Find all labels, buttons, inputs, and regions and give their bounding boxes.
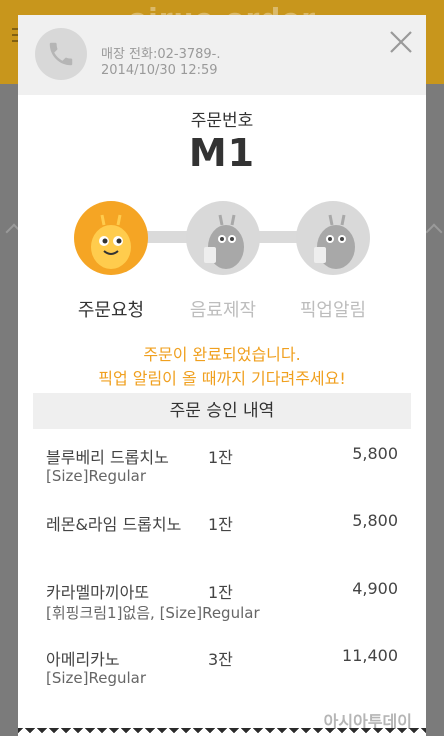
item-quantity: 1잔 — [208, 583, 233, 602]
dialog-top-bar: 매장 전화:02-3789-. 2014/10/30 12:59 — [18, 15, 426, 95]
item-price: 5,800 — [352, 511, 398, 530]
order-number-label: 주문번호 — [190, 111, 254, 131]
item-name: 레몬&라임 드롭치노 — [46, 515, 182, 534]
step-label-order-request: 주문요청 — [77, 300, 145, 321]
receipt-torn-edge — [18, 728, 426, 736]
chevron-up-icon — [425, 223, 443, 241]
approved-items-header: 주문 승인 내역 — [33, 393, 411, 429]
item-price: 11,400 — [342, 646, 398, 665]
step-label-pickup-alert: 픽업알림 — [299, 300, 367, 321]
item-name: 카라멜마끼아또 — [46, 583, 150, 602]
item-quantity: 1잔 — [208, 515, 233, 534]
store-phone-number: 매장 전화:02-3789-. — [101, 47, 221, 62]
item-name: 아메리카노 — [46, 650, 120, 669]
item-quantity: 1잔 — [208, 448, 233, 467]
item-option: [휘핑크림1]없음, [Size]Regular — [46, 604, 260, 622]
step-pickup-alert-icon — [296, 201, 370, 275]
status-message-line1: 주문이 완료되었습니다. — [143, 345, 301, 364]
item-option: [Size]Regular — [46, 669, 147, 687]
order-number: M1 — [188, 131, 256, 175]
step-drink-making-icon — [186, 201, 260, 275]
close-button[interactable] — [386, 27, 416, 57]
item-name: 블루베리 드롭치노 — [46, 448, 169, 467]
item-price: 5,800 — [352, 444, 398, 463]
item-option: [Size]Regular — [46, 467, 147, 485]
item-price: 4,900 — [352, 579, 398, 598]
item-quantity: 3잔 — [208, 650, 233, 669]
status-message-line2: 픽업 알림이 올 때까지 기다려주세요! — [98, 369, 346, 388]
step-order-request-icon — [74, 201, 148, 275]
order-receipt-dialog: 매장 전화:02-3789-. 2014/10/30 12:59 주문번호 M1 — [18, 15, 426, 736]
phone-icon — [49, 42, 73, 66]
order-datetime: 2014/10/30 12:59 — [101, 63, 218, 78]
close-icon — [390, 31, 412, 53]
step-label-drink-making: 음료제작 — [189, 300, 257, 321]
call-store-button[interactable] — [35, 28, 87, 80]
